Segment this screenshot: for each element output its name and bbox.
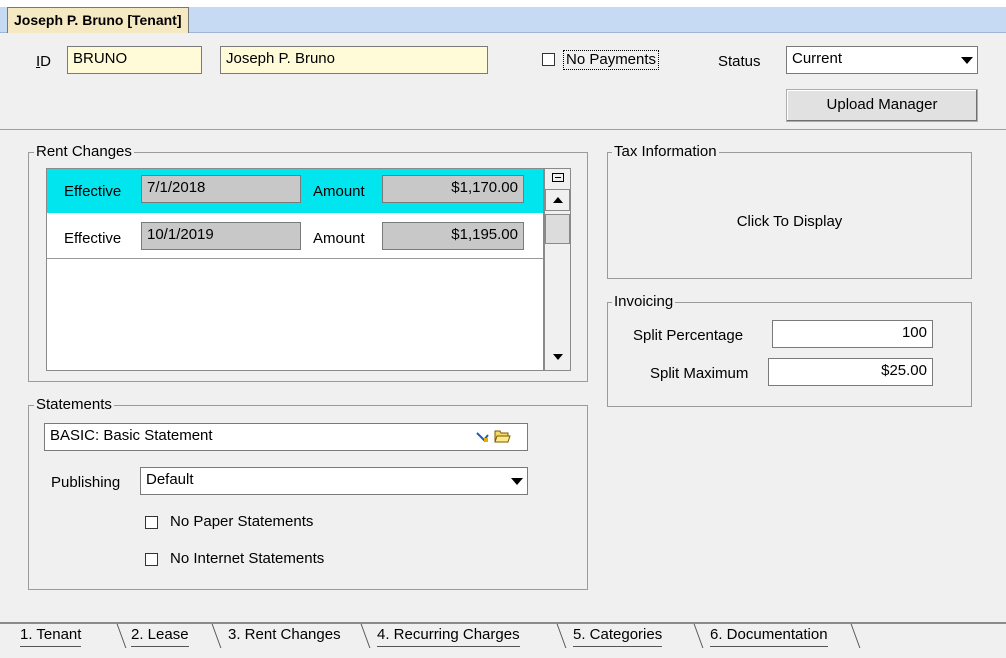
scroll-thumb[interactable]: [545, 214, 570, 244]
tab-recurring-charges[interactable]: 4. Recurring Charges: [377, 624, 520, 647]
tab-categories[interactable]: 5. Categories: [573, 624, 663, 647]
split-maximum-label: Split Maximum: [650, 365, 749, 382]
top-strip: [0, 0, 1006, 7]
effective-field[interactable]: 7/1/2018: [141, 175, 301, 203]
no-paper-statements-label[interactable]: No Paper Statements: [170, 512, 313, 532]
tax-click-to-display[interactable]: Click To Display: [607, 212, 972, 232]
effective-field[interactable]: 10/1/2019: [141, 222, 301, 250]
tax-information-title: Tax Information: [612, 143, 719, 161]
no-internet-statements-checkbox[interactable]: [145, 553, 158, 566]
pick-icon[interactable]: [475, 429, 490, 444]
effective-label: Effective: [64, 230, 122, 247]
chevron-down-icon[interactable]: [957, 47, 977, 73]
statement-value: BASIC: Basic Statement: [50, 427, 213, 444]
amount-label: Amount: [313, 183, 365, 200]
scroll-up-icon[interactable]: [545, 189, 570, 211]
record-title-tab[interactable]: Joseph P. Bruno [Tenant]: [7, 7, 189, 33]
chevron-down-icon[interactable]: [507, 468, 527, 494]
tab-documentation[interactable]: 6. Documentation: [710, 624, 828, 647]
id-label: ID: [36, 53, 52, 70]
status-value: Current: [792, 50, 843, 67]
amount-field[interactable]: $1,170.00: [382, 175, 524, 203]
publishing-label: Publishing: [51, 474, 121, 491]
id-field[interactable]: BRUNO: [67, 46, 202, 74]
upload-manager-button[interactable]: Upload Manager: [786, 89, 978, 122]
publishing-dropdown[interactable]: Default: [140, 467, 528, 495]
folder-open-icon[interactable]: [494, 428, 511, 444]
publishing-value: Default: [146, 471, 194, 488]
no-paper-statements-checkbox[interactable]: [145, 516, 158, 529]
header-divider: [0, 129, 1006, 130]
invoicing-group: [607, 302, 972, 407]
list-options-icon[interactable]: [552, 173, 564, 182]
invoicing-title: Invoicing: [612, 293, 676, 311]
statement-selector[interactable]: BASIC: Basic Statement: [44, 423, 528, 451]
tab-lease[interactable]: 2. Lease: [131, 624, 189, 647]
tab-tenant[interactable]: 1. Tenant: [20, 624, 82, 647]
split-percentage-field[interactable]: 100: [772, 320, 933, 348]
amount-label: Amount: [313, 230, 365, 247]
status-label: Status: [718, 53, 761, 70]
no-internet-statements-label[interactable]: No Internet Statements: [170, 549, 324, 569]
statements-title: Statements: [34, 396, 114, 414]
scroll-down-icon[interactable]: [545, 346, 570, 368]
split-percentage-label: Split Percentage: [633, 327, 744, 344]
no-payments-checkbox[interactable]: [542, 53, 555, 66]
no-payments-label[interactable]: No Payments: [563, 50, 660, 70]
effective-label: Effective: [64, 183, 122, 200]
tab-rent-changes[interactable]: 3. Rent Changes: [228, 624, 341, 646]
amount-field[interactable]: $1,195.00: [382, 222, 524, 250]
split-maximum-field[interactable]: $25.00: [768, 358, 933, 386]
name-field[interactable]: Joseph P. Bruno: [220, 46, 488, 74]
status-dropdown[interactable]: Current: [786, 46, 978, 74]
rent-changes-title: Rent Changes: [34, 143, 134, 161]
